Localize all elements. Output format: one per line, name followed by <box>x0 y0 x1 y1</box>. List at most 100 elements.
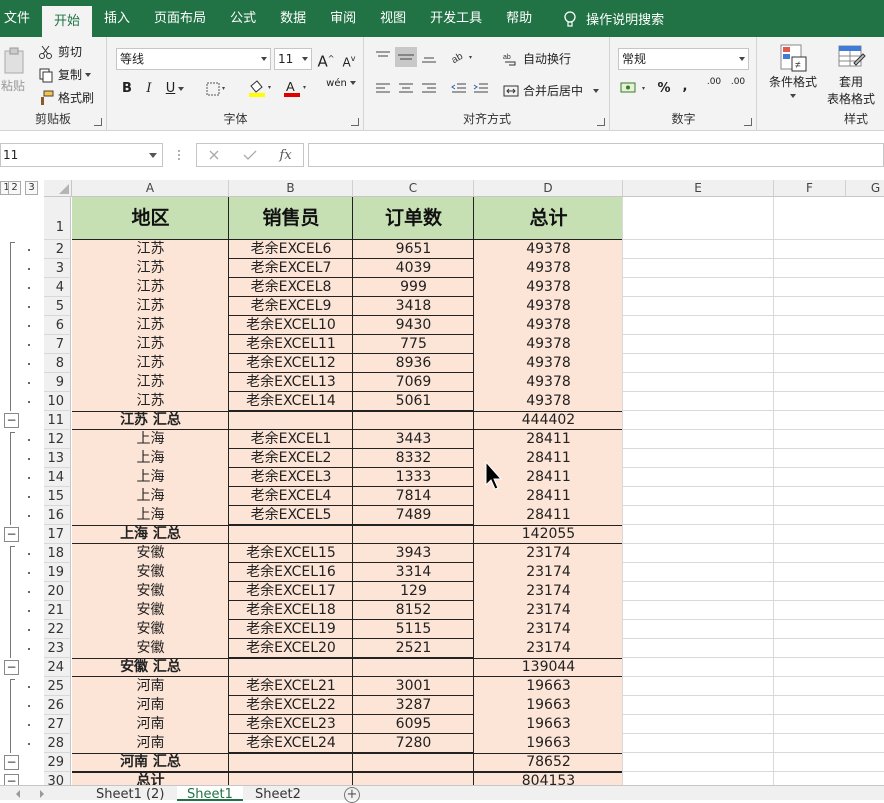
cell-salesperson[interactable]: 老余EXCEL21 <box>229 677 353 696</box>
outline-level-3-button[interactable]: 3 <box>25 181 38 195</box>
format-painter-button[interactable]: 格式刷 <box>38 89 94 106</box>
row-header[interactable]: 24 <box>44 658 71 677</box>
cell-region[interactable]: 上海 <box>72 487 229 506</box>
column-header-e[interactable]: E <box>623 180 774 197</box>
row-header[interactable]: 4 <box>44 278 71 297</box>
cell-orders[interactable]: 4039 <box>353 259 474 278</box>
cell-region[interactable]: 安徽 <box>72 582 229 601</box>
row-header[interactable]: 2 <box>44 240 71 259</box>
cell-region[interactable]: 江苏 <box>72 392 229 411</box>
header-cell-total[interactable]: 总计 <box>474 197 623 240</box>
row-header[interactable]: 6 <box>44 316 71 335</box>
collapse-group-button[interactable]: − <box>4 413 19 428</box>
cell-orders[interactable]: 999 <box>353 278 474 297</box>
cell-orders[interactable]: 3314 <box>353 563 474 582</box>
prev-sheet-icon[interactable] <box>16 790 20 798</box>
sheet-tab-sheet1-2[interactable]: Sheet1 (2) <box>86 786 174 802</box>
collapse-group-button[interactable]: − <box>4 774 19 785</box>
cell-region[interactable]: 江苏 <box>72 297 229 316</box>
row-header[interactable]: 18 <box>44 544 71 563</box>
cell-total[interactable]: 49378 <box>474 278 623 297</box>
row-header[interactable]: 27 <box>44 715 71 734</box>
cell-salesperson[interactable]: 老余EXCEL24 <box>229 734 353 753</box>
alignment-launcher-icon[interactable] <box>597 118 605 126</box>
collapse-group-button[interactable]: − <box>4 527 19 542</box>
tab-developer[interactable]: 开发工具 <box>418 0 494 37</box>
bold-button[interactable]: B <box>118 79 136 99</box>
cell-region[interactable]: 河南 <box>72 715 229 734</box>
name-box[interactable]: 11 <box>0 143 163 167</box>
tab-view[interactable]: 视图 <box>368 0 418 37</box>
row-header[interactable]: 8 <box>44 354 71 373</box>
cell-total[interactable]: 49378 <box>474 373 623 392</box>
sheet-tab-sheet1[interactable]: Sheet1 <box>177 786 243 802</box>
cell-region[interactable]: 安徽 汇总 <box>72 658 229 677</box>
cell-total[interactable]: 804153 <box>474 772 623 785</box>
cell-region[interactable]: 安徽 <box>72 601 229 620</box>
cell-total[interactable]: 49378 <box>474 316 623 335</box>
row-header[interactable]: 10 <box>44 392 71 411</box>
font-name-dropdown[interactable]: 等线 <box>116 48 271 70</box>
column-header-f[interactable]: F <box>774 180 846 197</box>
font-size-dropdown[interactable]: 11 <box>274 48 312 70</box>
cell-salesperson[interactable]: 老余EXCEL11 <box>229 335 353 354</box>
cell-region[interactable]: 河南 <box>72 677 229 696</box>
cell-salesperson[interactable]: 老余EXCEL13 <box>229 373 353 392</box>
column-header-d[interactable]: D <box>474 180 623 197</box>
cell-region[interactable]: 河南 汇总 <box>72 753 229 772</box>
cell-salesperson[interactable]: 老余EXCEL12 <box>229 354 353 373</box>
cell-total[interactable]: 142055 <box>474 525 623 544</box>
row-header[interactable]: 15 <box>44 487 71 506</box>
wrap-text-button[interactable]: ab 自动换行 <box>503 50 571 67</box>
cell-region[interactable]: 总计 <box>72 772 229 785</box>
cell-region[interactable]: 江苏 <box>72 278 229 297</box>
increase-indent-icon[interactable] <box>473 82 489 96</box>
row-header[interactable]: 20 <box>44 582 71 601</box>
cell-region[interactable]: 上海 <box>72 430 229 449</box>
cell-region[interactable]: 江苏 <box>72 259 229 278</box>
cell-total[interactable]: 49378 <box>474 259 623 278</box>
cell-total[interactable]: 49378 <box>474 240 623 259</box>
cell-region[interactable]: 上海 <box>72 506 229 525</box>
tab-insert[interactable]: 插入 <box>92 0 142 37</box>
cell-region[interactable]: 江苏 <box>72 373 229 392</box>
cell-salesperson[interactable]: 老余EXCEL22 <box>229 696 353 715</box>
row-header[interactable]: 30 <box>44 772 71 785</box>
select-all-corner[interactable] <box>44 180 72 197</box>
cell-total[interactable]: 78652 <box>474 753 623 772</box>
cell-orders[interactable] <box>353 411 474 430</box>
font-color-icon[interactable]: A <box>283 79 309 97</box>
cell-total[interactable]: 19663 <box>474 715 623 734</box>
cell-region[interactable]: 上海 汇总 <box>72 525 229 544</box>
cell-total[interactable]: 28411 <box>474 430 623 449</box>
cell-salesperson[interactable] <box>229 411 353 430</box>
number-launcher-icon[interactable] <box>744 118 752 126</box>
number-format-dropdown[interactable]: 常规 <box>618 48 749 70</box>
cell-region[interactable]: 江苏 <box>72 335 229 354</box>
decrease-decimal-button[interactable]: .00 <box>727 77 749 97</box>
cell-region[interactable]: 安徽 <box>72 620 229 639</box>
row-header[interactable]: 9 <box>44 373 71 392</box>
grow-font-button[interactable]: A^ <box>317 49 335 70</box>
collapse-group-button[interactable]: − <box>4 660 19 675</box>
cell-region[interactable]: 江苏 <box>72 354 229 373</box>
cell-orders[interactable]: 3418 <box>353 297 474 316</box>
tab-data[interactable]: 数据 <box>268 0 318 37</box>
cell-total[interactable]: 139044 <box>474 658 623 677</box>
cell-region[interactable]: 河南 <box>72 734 229 753</box>
column-header-b[interactable]: B <box>229 180 353 197</box>
cell-orders[interactable]: 7814 <box>353 487 474 506</box>
conditional-format-button[interactable]: ≠ 条件格式 <box>766 43 820 98</box>
copy-button[interactable]: 复制 <box>38 66 92 83</box>
cell-salesperson[interactable]: 老余EXCEL15 <box>229 544 353 563</box>
row-header[interactable]: 3 <box>44 259 71 278</box>
cell-orders[interactable]: 5115 <box>353 620 474 639</box>
cell-salesperson[interactable]: 老余EXCEL23 <box>229 715 353 734</box>
font-launcher-icon[interactable] <box>351 118 359 126</box>
row-header[interactable]: 25 <box>44 677 71 696</box>
next-sheet-icon[interactable] <box>40 790 44 798</box>
tab-review[interactable]: 审阅 <box>318 0 368 37</box>
sheet-tab-sheet2[interactable]: Sheet2 <box>245 786 311 802</box>
cell-region[interactable]: 江苏 汇总 <box>72 411 229 430</box>
cell-salesperson[interactable]: 老余EXCEL6 <box>229 240 353 259</box>
